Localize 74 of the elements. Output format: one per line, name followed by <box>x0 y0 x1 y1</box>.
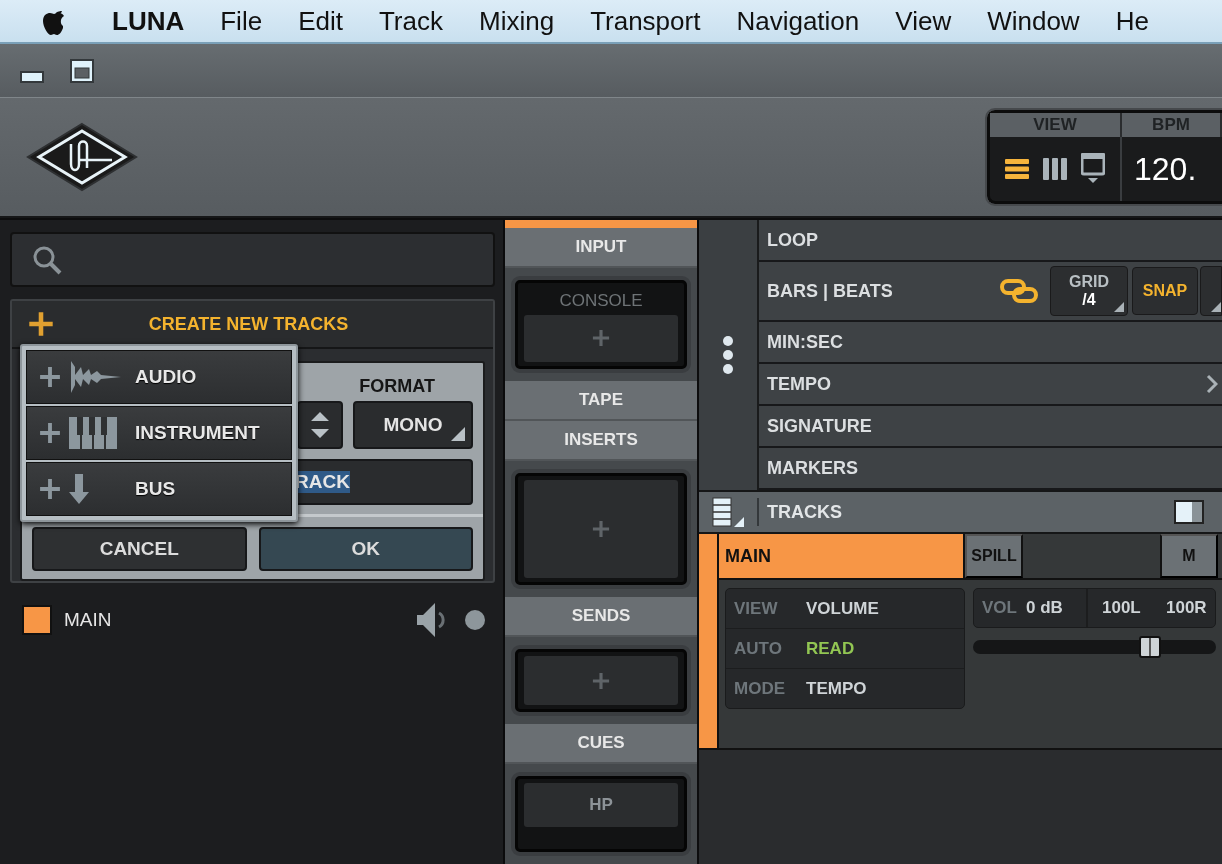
section-header[interactable]: SENDS <box>505 597 697 638</box>
corner-triangle-icon <box>1211 302 1221 312</box>
plus-icon <box>592 671 610 690</box>
menu-item[interactable]: Navigation <box>736 5 860 37</box>
ruler-label[interactable]: BARS | BEATS <box>767 280 1000 302</box>
track-name[interactable]: MAIN <box>64 609 405 631</box>
cancel-button[interactable]: CANCEL <box>32 527 247 571</box>
view-label: VIEW <box>990 113 1122 137</box>
plus-icon <box>39 366 61 388</box>
menu-item[interactable]: Transport <box>590 5 701 37</box>
more-options-icon[interactable] <box>721 335 735 375</box>
plus-icon <box>39 422 61 444</box>
info-value[interactable]: VOLUME <box>806 598 879 619</box>
menu-item[interactable]: Window <box>987 5 1080 37</box>
track-name[interactable]: MAIN <box>719 534 965 578</box>
format-dropdown[interactable]: MONO <box>353 401 473 449</box>
slider-thumb[interactable] <box>1138 636 1161 658</box>
stepper[interactable] <box>297 401 343 449</box>
corner-triangle-icon <box>1114 302 1124 312</box>
chevron-right-icon[interactable] <box>1206 374 1218 394</box>
format-label: FORMAT <box>359 376 435 397</box>
info-value[interactable]: TEMPO <box>806 678 867 699</box>
snap-button[interactable]: SNAP <box>1132 267 1198 315</box>
spill-button[interactable]: SPILL <box>965 534 1023 578</box>
corner-triangle-icon <box>451 427 465 441</box>
decibel-reading[interactable]: 0 dB <box>1026 589 1088 627</box>
pan-left-value[interactable]: 100L <box>1088 598 1166 618</box>
panel-toggle-icon[interactable] <box>1174 500 1204 524</box>
menu-item[interactable]: Edit <box>298 5 343 37</box>
plus-icon <box>39 478 61 500</box>
info-value[interactable]: READ <box>806 638 855 659</box>
screen-view-icon[interactable] <box>1081 153 1105 185</box>
menu-item[interactable]: INSTRUMENT <box>26 406 292 460</box>
grid-dropdown[interactable]: GRID /4 <box>1050 266 1128 316</box>
piano-keys-icon <box>69 417 117 449</box>
plus-icon <box>592 520 610 539</box>
info-label: AUTO <box>734 638 783 659</box>
menu-item[interactable]: BUS <box>26 462 292 516</box>
menu-item[interactable]: Track <box>378 5 443 37</box>
mute-button[interactable]: M <box>1160 534 1218 578</box>
slot-label: CONSOLE <box>558 289 644 312</box>
tracks-title: TRACKS <box>767 501 843 523</box>
status-dot[interactable] <box>465 610 485 630</box>
bpm-label: BPM <box>1122 113 1222 137</box>
track-color-swatch[interactable] <box>22 605 52 635</box>
column-view-icon[interactable] <box>1043 158 1067 180</box>
menu-item[interactable]: AUDIO <box>26 350 292 404</box>
list-view-icon[interactable] <box>1005 158 1029 180</box>
section-header[interactable]: INPUT <box>505 227 697 268</box>
track-height-icon[interactable] <box>712 497 744 527</box>
panel-title: CREATE NEW TRACKS <box>147 313 350 335</box>
minimize-icon[interactable] <box>20 71 44 83</box>
section-header[interactable]: TAPE <box>505 380 697 421</box>
maximize-icon[interactable] <box>70 59 94 83</box>
plus-icon <box>592 329 610 348</box>
menu-item[interactable]: He <box>1115 5 1149 37</box>
section-header[interactable]: INSERTS <box>505 421 697 461</box>
search-icon <box>32 244 62 275</box>
menu-item[interactable]: LUNA <box>112 5 185 37</box>
plus-icon <box>28 311 54 337</box>
search-field[interactable] <box>10 232 495 287</box>
down-arrow-icon <box>69 474 89 504</box>
volume-label: VOL <box>981 598 1018 618</box>
ok-button[interactable]: OK <box>258 527 473 571</box>
link-icon[interactable] <box>1000 278 1038 304</box>
bpm-value[interactable]: 120. <box>1122 137 1222 201</box>
section-header[interactable]: CUES <box>505 723 697 764</box>
menu-item[interactable]: File <box>220 5 263 37</box>
info-label: VIEW <box>734 598 779 619</box>
info-label: MODE <box>734 678 786 699</box>
pan-right-value[interactable]: 100R <box>1166 598 1207 618</box>
menu-item[interactable]: Mixing <box>479 5 555 37</box>
menu-item[interactable]: View <box>895 5 952 37</box>
dropdown-button[interactable] <box>1200 266 1222 316</box>
